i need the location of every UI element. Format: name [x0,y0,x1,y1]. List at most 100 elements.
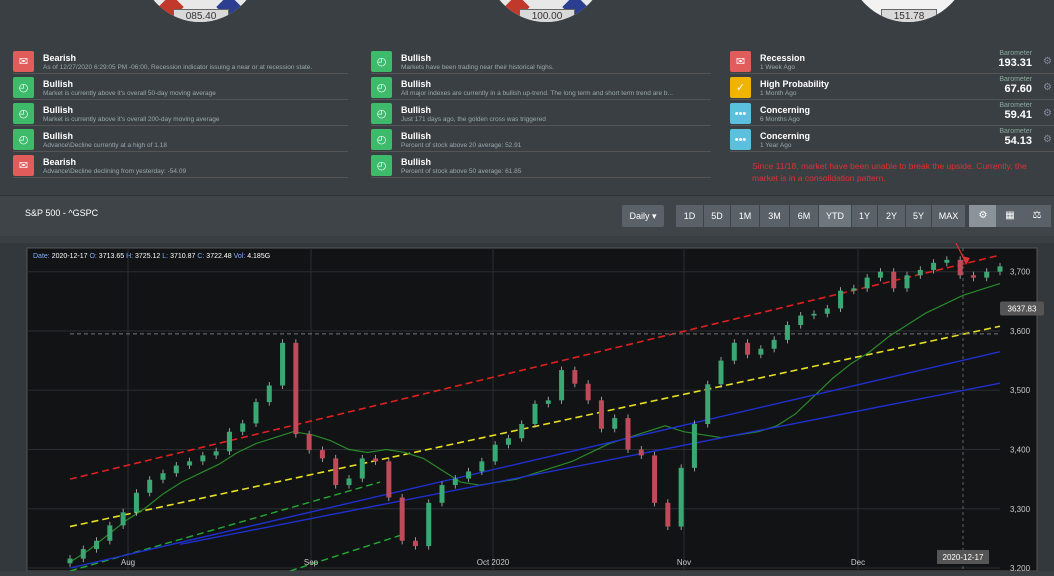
divider [730,151,1054,152]
chart-container: Date: 2020-12-17 O: 3713.65 H: 3725.12 L… [0,190,1054,573]
candle-body [811,313,817,316]
alert-title: Bullish [43,79,74,89]
range-button-1m[interactable]: 1M [731,205,759,227]
x-tick-label: Sep [304,558,319,567]
gauge-3-value: 151.78 [881,9,937,22]
candle-body [532,403,538,425]
bear-badge-icon: ✉ [730,51,751,72]
barometer: Barometer 59.41 [999,102,1032,121]
candle-body [452,478,458,486]
candle-body [426,502,432,547]
gauge-1-value: 085.40 [173,9,229,22]
barometer-value: 193.31 [998,57,1032,69]
readout-high-label: H: [126,253,133,260]
alert-subtitle: Percent of stock above 50 average: 61.85 [401,168,522,175]
range-button-3m[interactable]: 3M [760,205,789,227]
alert-title: High Probability [760,79,830,89]
price-marker-label: 3637.83 [1008,305,1037,314]
scale-icon: ⚖ [1032,210,1042,221]
x-tick-label: Oct 2020 [477,558,510,567]
gear-icon[interactable]: ⚙ [1043,134,1052,145]
alerts-middle: ◴ Bullish Markets have been trading near… [371,48,711,178]
settings-tool-button[interactable]: ⚙ [969,205,997,227]
readout-low-label: L: [162,253,168,260]
calculator-tool-button[interactable]: ▦ [996,205,1024,227]
candle-body [824,308,830,314]
candle-body [306,434,312,451]
alert-subtitle: Advance\Decline currently at a high of 1… [43,142,167,149]
candle-body [984,271,990,278]
alerts-left: ✉ Bearish As of 12/27/2020 6:29:05 PM -0… [13,48,348,178]
candle-body [798,315,804,326]
readout-volume-label: Vol: [234,253,246,260]
candle-body [851,288,857,291]
candle-body [160,473,166,480]
alert-item: ••• Concerning 1 Year Ago Barometer 54.1… [730,126,1054,152]
alert-title: Bullish [401,79,432,89]
alert-title: Bullish [401,157,432,167]
gauge-2-value: 100.00 [519,9,575,22]
range-button-6m[interactable]: 6M [790,205,818,227]
gear-icon[interactable]: ⚙ [1043,108,1052,119]
range-button-ytd[interactable]: YTD [819,205,851,227]
candle-body [758,348,764,355]
readout-close: 3722.48 [206,253,231,260]
candle-body [133,492,139,513]
range-button-max[interactable]: MAX [932,205,965,227]
barometer-label: Barometer [999,102,1032,109]
divider [371,177,711,178]
barometer-value: 67.60 [1004,83,1032,95]
candle-body [386,461,392,498]
candle-body [612,418,618,429]
range-button-2y[interactable]: 2Y [878,205,905,227]
bear-badge-icon: ✉ [13,155,34,176]
candle-body [346,478,352,486]
barometer-label: Barometer [999,128,1032,135]
scale-tool-button[interactable]: ⚖ [1023,205,1051,227]
price-chart[interactable]: Date: 2020-12-17 O: 3713.65 H: 3725.12 L… [0,190,1054,573]
bull-badge-icon: ◴ [13,103,34,124]
gear-icon[interactable]: ⚙ [1043,82,1052,93]
candle-body [373,458,379,462]
alert-subtitle: Market is currently above it's overall 5… [43,90,216,97]
candle-body [67,558,73,564]
y-tick-label: 3,500 [1010,386,1031,395]
candle-body [319,450,325,459]
candle-body [479,461,485,472]
barometer: Barometer 67.60 [999,76,1032,95]
range-button-5d[interactable]: 5D [704,205,730,227]
alert-subtitle: Just 171 days ago, the golden cross was … [401,116,546,123]
candle-body [492,444,498,462]
bull-badge-icon: ◴ [371,129,392,150]
x-tick-label: Aug [121,558,135,567]
ohlc-readout: Date: 2020-12-17 O: 3713.65 H: 3725.12 L… [33,253,270,260]
candle-body [877,271,883,278]
range-button-1d[interactable]: 1D [676,205,703,227]
alert-item: ◴ Bullish Just 171 days ago, the golden … [371,100,711,126]
candle-body [94,540,100,550]
alert-title: Bullish [43,131,74,141]
alert-subtitle: Markets have been trading near their his… [401,64,554,71]
readout-high: 3725.12 [135,253,160,260]
candle-body [838,290,844,309]
range-button-5y[interactable]: 5Y [906,205,931,227]
candle-body [120,512,126,526]
alert-title: Bullish [43,105,74,115]
bull-badge-icon: ◴ [371,77,392,98]
candle-body [505,438,511,445]
gear-icon[interactable]: ⚙ [1043,56,1052,67]
candle-body [864,277,870,289]
candle-body [904,275,910,289]
interval-dropdown[interactable]: Daily ▾ [622,205,664,227]
readout-low: 3710.87 [170,253,195,260]
candle-body [678,467,684,527]
y-tick-label: 3,700 [1010,268,1031,277]
range-button-1y[interactable]: 1Y [852,205,877,227]
alert-item: ••• Concerning 6 Months Ago Barometer 59… [730,100,1054,126]
candle-body [226,431,232,452]
warn-badge-icon: ✓ [730,77,751,98]
interval-label: Daily [629,211,650,221]
alert-title: Recession [760,53,806,63]
candle-body [917,269,923,276]
barometer-value: 54.13 [1004,135,1032,147]
